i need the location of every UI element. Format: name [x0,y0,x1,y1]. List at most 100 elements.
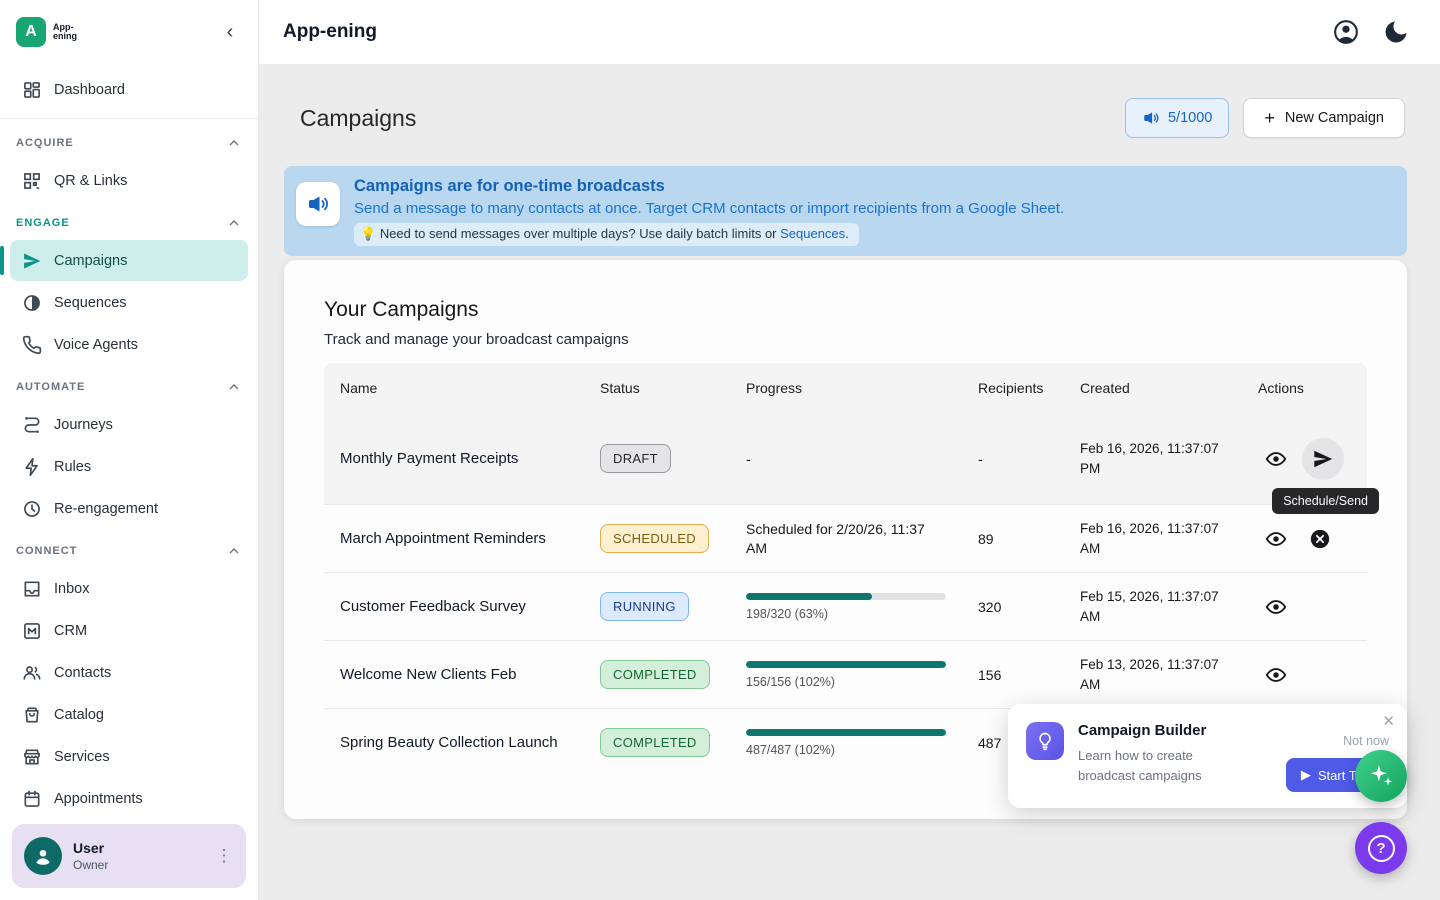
lightbulb-icon: 💡 [360,226,376,241]
progress-bar [746,593,946,600]
banner-subtitle: Send a message to many contacts at once.… [354,200,1064,217]
recipients-cell: 89 [962,517,1064,561]
sidebar-nav: Dashboard ACQUIRE QR & Links ENGAGE Camp… [0,64,258,900]
card-title: Your Campaigns [324,298,1367,322]
eye-icon [1265,596,1287,618]
cancel-button[interactable] [1302,521,1338,557]
account-icon[interactable] [1332,18,1360,46]
section-acquire[interactable]: ACQUIRE [0,127,258,159]
created-cell: Feb 16, 2026, 11:37:07 PM [1064,425,1242,492]
sidebar-item-label: CRM [54,623,87,639]
divider [0,118,258,119]
sidebar: A App- ening ‹ Dashboard ACQUIRE QR & Li… [0,0,259,900]
sidebar-item-dashboard[interactable]: Dashboard [10,69,248,110]
sidebar-item-contacts[interactable]: Contacts [10,652,248,693]
campaign-name: March Appointment Reminders [324,516,584,561]
route-icon [22,415,42,435]
campaign-name: Welcome New Clients Feb [324,652,584,697]
sidebar-item-label: Catalog [54,707,104,723]
section-engage[interactable]: ENGAGE [0,207,258,239]
progress-bar [746,661,946,668]
section-connect[interactable]: CONNECT [0,535,258,567]
sidebar-item-inbox[interactable]: Inbox [10,568,248,609]
view-button[interactable] [1258,521,1294,557]
popup-text-block: Campaign Builder Learn how to create bro… [1078,722,1228,792]
popup-body-text: Learn how to create broadcast campaigns [1078,746,1228,785]
shopping-bag-icon [22,705,42,725]
chevron-up-icon [226,543,242,559]
card-subtitle: Track and manage your broadcast campaign… [324,331,1367,348]
table-row[interactable]: Monthly Payment Receipts DRAFT - - Feb 1… [324,413,1367,505]
progress-caption: 487/487 (102%) [746,743,946,757]
sidebar-item-qr-links[interactable]: QR & Links [10,160,248,201]
help-fab[interactable]: ? [1355,822,1407,874]
banner-content: Campaigns are for one-time broadcasts Se… [354,176,1064,246]
col-created: Created [1064,380,1242,396]
clock-icon [22,499,42,519]
sidebar-item-rules[interactable]: Rules [10,446,248,487]
progress-cell: 156/156 (102%) [730,647,962,703]
page-app-title: App-ening [283,21,377,43]
banner-tip: 💡 Need to send messages over multiple da… [354,223,859,246]
user-menu-button[interactable]: ⋮ [212,846,236,866]
dark-mode-moon-icon[interactable] [1382,18,1410,46]
ai-assistant-fab[interactable] [1355,750,1407,802]
progress-cell: - [730,437,962,481]
page-head: Campaigns 5/1000 + New Campaign [284,98,1407,138]
user-role: Owner [73,858,201,872]
logo-text: App- ening [53,23,216,42]
logo-letter: A [25,23,37,41]
send-icon [22,251,42,271]
sidebar-item-campaigns[interactable]: Campaigns [10,240,248,281]
view-button[interactable] [1258,589,1294,625]
not-now-link[interactable]: Not now [1343,734,1389,748]
app-root: A App- ening ‹ Dashboard ACQUIRE QR & Li… [0,0,1440,900]
view-button[interactable] [1258,657,1294,693]
sidebar-collapse-button[interactable]: ‹ [216,18,244,46]
campaign-quota-badge[interactable]: 5/1000 [1125,98,1229,138]
contrast-circle-icon [22,293,42,313]
banner-icon-box [296,182,340,226]
schedule-send-button[interactable] [1302,438,1344,480]
sidebar-item-label: Inbox [54,581,89,597]
recipients-cell: - [962,437,1064,481]
table-row[interactable]: March Appointment Reminders SCHEDULED Sc… [324,505,1367,573]
progress-bar [746,729,946,736]
actions-cell [1242,643,1367,707]
eye-icon [1265,448,1287,470]
col-status: Status [584,380,730,396]
sidebar-item-label: Journeys [54,417,113,433]
sidebar-item-journeys[interactable]: Journeys [10,404,248,445]
progress-cell: 198/320 (63%) [730,579,962,635]
topbar: App-ening [259,0,1440,64]
actions-cell: Schedule/Send [1242,424,1367,494]
inbox-icon [22,579,42,599]
sidebar-item-voice-agents[interactable]: Voice Agents [10,324,248,365]
section-automate[interactable]: AUTOMATE [0,371,258,403]
campaign-builder-popup: ✕ Campaign Builder Learn how to create b… [1008,704,1407,808]
sequences-link[interactable]: Sequences [780,226,845,241]
main-area: App-ening Campaigns 5/1000 + New Campaig… [259,0,1440,900]
sidebar-item-catalog[interactable]: Catalog [10,694,248,735]
crm-icon [22,621,42,641]
sidebar-item-re-engagement[interactable]: Re-engagement [10,488,248,529]
sidebar-item-sequences[interactable]: Sequences [10,282,248,323]
sidebar-item-crm[interactable]: CRM [10,610,248,651]
close-icon[interactable]: ✕ [1382,712,1395,730]
plus-icon: + [1264,109,1275,127]
megaphone-icon [306,192,330,216]
sidebar-item-label: Sequences [54,295,127,311]
table-row[interactable]: Welcome New Clients Feb COMPLETED 156/15… [324,641,1367,709]
table-row[interactable]: Customer Feedback Survey RUNNING 198/320… [324,573,1367,641]
sidebar-item-appointments[interactable]: Appointments [10,778,248,819]
col-recipients: Recipients [962,380,1064,396]
status-badge: COMPLETED [600,660,710,689]
banner-title: Campaigns are for one-time broadcasts [354,177,1064,196]
popup-title: Campaign Builder [1078,722,1228,739]
view-button[interactable] [1258,441,1294,477]
recipients-cell: 320 [962,585,1064,629]
quota-value: 5/1000 [1168,110,1212,126]
sidebar-item-services[interactable]: Services [10,736,248,777]
new-campaign-button[interactable]: + New Campaign [1243,98,1405,138]
user-card[interactable]: User Owner ⋮ [12,824,246,888]
